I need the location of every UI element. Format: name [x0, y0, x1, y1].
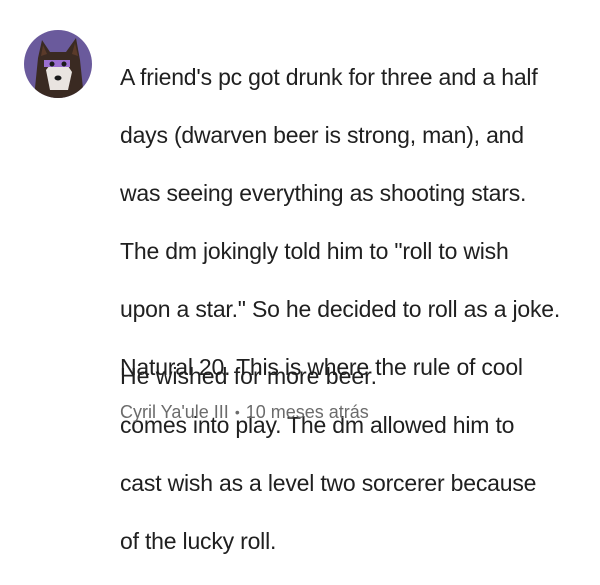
comment-line: upon a star." So he decided to roll as a… — [120, 296, 561, 322]
separator-dot: • — [234, 404, 240, 420]
comment-punchline: He wished for more beer. — [120, 363, 377, 389]
comment-line: The dm jokingly told him to "roll to wis… — [120, 238, 509, 264]
comment-line: was seeing everything as shooting stars. — [120, 180, 527, 206]
comment-line: days (dwarven beer is strong, man), and — [120, 122, 524, 148]
comment-card: A friend's pc got drunk for three and a … — [0, 0, 600, 554]
comment-line: cast wish as a level two sorcerer becaus… — [120, 470, 537, 496]
comment-line: A friend's pc got drunk for three and a … — [120, 64, 538, 90]
avatar[interactable] — [24, 30, 92, 98]
comment-line: of the lucky roll. — [120, 528, 277, 554]
wolf-avatar-icon — [24, 30, 92, 98]
comment-body: A friend's pc got drunk for three and a … — [120, 34, 580, 585]
author-name[interactable]: Cyril Ya'ule III — [120, 401, 229, 423]
timestamp: 10 meses atrás — [245, 402, 369, 422]
comment-meta: Cyril Ya'ule III • 10 meses atrás — [120, 401, 369, 423]
